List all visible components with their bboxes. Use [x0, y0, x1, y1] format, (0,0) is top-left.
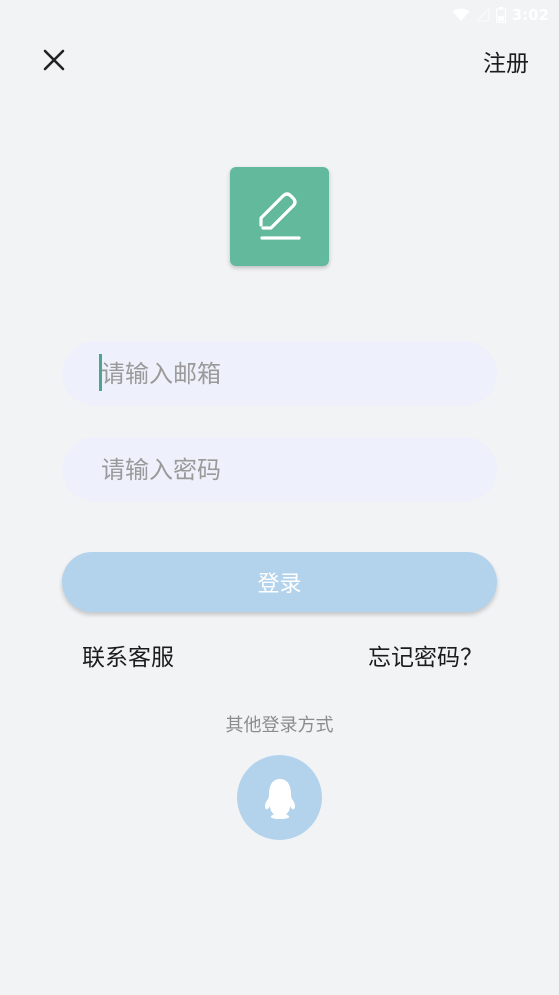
battery-icon [495, 7, 506, 23]
status-time: 3:02 [511, 6, 549, 24]
wifi-icon [452, 8, 470, 21]
password-input[interactable] [62, 437, 497, 502]
login-button[interactable]: 登录 [62, 552, 497, 612]
register-link[interactable]: 注册 [483, 44, 529, 78]
close-icon [43, 49, 65, 71]
login-screen: 3:02 注册 登录 联系客服 忘记密码？ 其他登录方式 [0, 0, 559, 995]
other-login-label: 其他登录方式 [225, 715, 334, 736]
text-cursor [99, 354, 102, 391]
close-button[interactable] [34, 40, 74, 80]
contact-service-link[interactable]: 联系客服 [82, 638, 174, 672]
email-input[interactable] [62, 341, 497, 406]
qq-login-button[interactable] [237, 755, 322, 840]
qq-penguin-icon [264, 778, 295, 819]
forgot-password-link[interactable]: 忘记密码？ [368, 638, 483, 672]
signal-icon [475, 8, 490, 22]
pencil-edit-icon [258, 191, 301, 240]
app-logo [230, 167, 329, 266]
status-bar: 3:02 [452, 0, 549, 30]
